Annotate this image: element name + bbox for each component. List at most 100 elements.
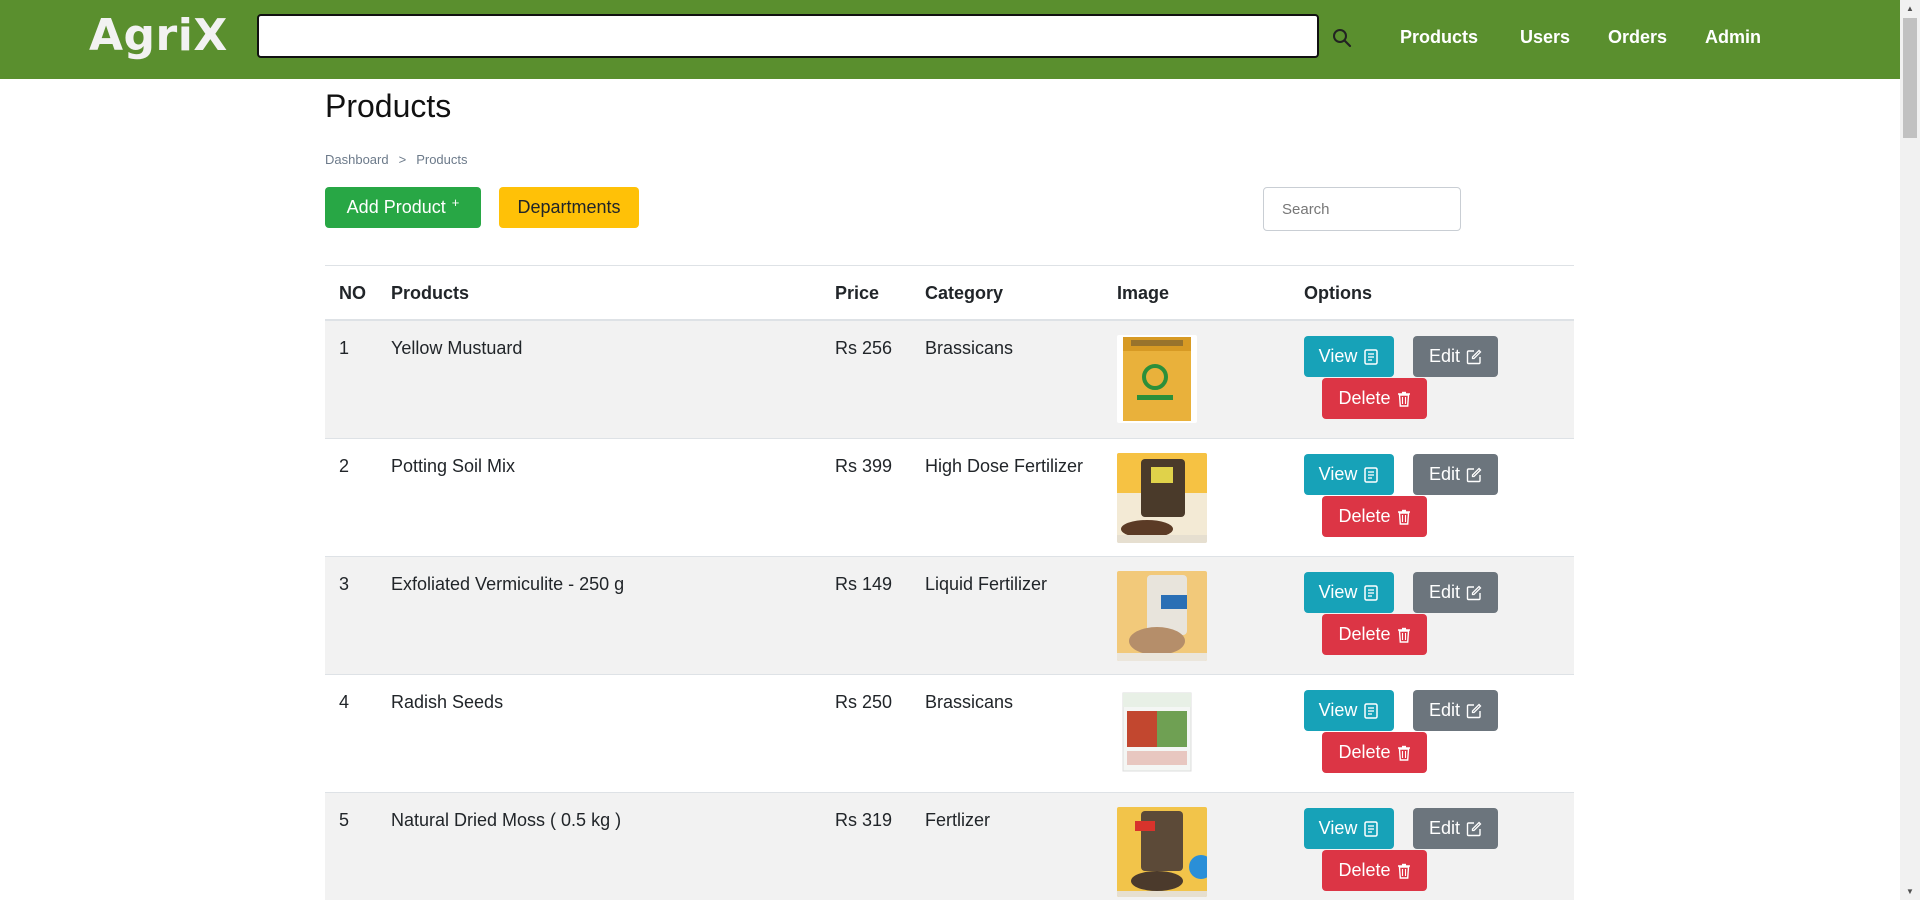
product-name: Natural Dried Moss ( 0.5 kg ) (391, 810, 622, 830)
delete-label: Delete (1338, 860, 1391, 880)
table-row: 2 Potting Soil Mix Rs 399 High Dose Fert… (325, 439, 1574, 557)
nav-link-users[interactable]: Users (1520, 27, 1570, 48)
breadcrumb-separator: > (398, 152, 407, 167)
scroll-down-arrow-icon[interactable]: ▼ (1900, 883, 1920, 900)
document-icon (1363, 584, 1379, 601)
product-name: Yellow Mustuard (391, 338, 523, 358)
table-row: 5 Natural Dried Moss ( 0.5 kg ) Rs 319 F… (325, 793, 1574, 900)
trash-icon (1397, 391, 1411, 407)
delete-button[interactable]: Delete (1322, 378, 1427, 419)
row-number: 3 (339, 574, 350, 594)
edit-label: Edit (1428, 346, 1461, 366)
breadcrumb-current: Products (416, 152, 468, 167)
departments-button[interactable]: Departments (499, 187, 639, 228)
add-product-button[interactable]: Add Product + (325, 187, 481, 228)
table-row: 4 Radish Seeds Rs 250 Brassicans View Ed… (325, 675, 1574, 793)
add-product-label: Add Product (346, 197, 446, 217)
edit-button[interactable]: Edit (1413, 454, 1498, 495)
product-price: Rs 319 (835, 810, 893, 830)
delete-button[interactable]: Delete (1322, 614, 1427, 655)
nav-link-products[interactable]: Products (1400, 27, 1478, 48)
product-name: Radish Seeds (391, 692, 504, 712)
nav-search-input[interactable] (257, 14, 1319, 58)
header-image: Image (1117, 283, 1170, 303)
edit-button[interactable]: Edit (1413, 336, 1498, 377)
product-name: Exfoliated Vermiculite - 250 g (391, 574, 625, 594)
page-title: Products (325, 88, 452, 124)
table-row: 3 Exfoliated Vermiculite - 250 g Rs 149 … (325, 557, 1574, 675)
view-label: View (1318, 464, 1358, 484)
product-price: Rs 250 (835, 692, 893, 712)
breadcrumb-dashboard[interactable]: Dashboard (325, 152, 389, 167)
delete-label: Delete (1338, 742, 1391, 762)
product-category: Fertlizer (925, 810, 991, 830)
brand-logo[interactable]: AgriX (89, 10, 228, 61)
row-number: 4 (339, 692, 350, 712)
delete-button[interactable]: Delete (1322, 732, 1427, 773)
view-button[interactable]: View (1304, 808, 1394, 849)
departments-label: Departments (517, 197, 621, 217)
header-category: Category (925, 283, 1004, 303)
trash-icon (1397, 863, 1411, 879)
trash-icon (1397, 509, 1411, 525)
delete-button[interactable]: Delete (1322, 850, 1427, 891)
view-button[interactable]: View (1304, 690, 1394, 731)
mustard-packet-image (1117, 335, 1197, 423)
delete-label: Delete (1338, 388, 1391, 408)
document-icon (1363, 348, 1379, 365)
edit-label: Edit (1428, 582, 1461, 602)
product-price: Rs 256 (835, 338, 893, 358)
breadcrumb: Dashboard > Products (325, 152, 468, 167)
nav-link-orders[interactable]: Orders (1608, 27, 1667, 48)
top-navbar: AgriX Products Users Orders Admin (0, 0, 1900, 79)
vermiculite-bag-image (1117, 571, 1207, 661)
scroll-up-arrow-icon[interactable]: ▲ (1900, 0, 1920, 17)
edit-button[interactable]: Edit (1413, 808, 1498, 849)
view-button[interactable]: View (1304, 336, 1394, 377)
product-category: Brassicans (925, 692, 1014, 712)
edit-button[interactable]: Edit (1413, 572, 1498, 613)
trash-icon (1397, 627, 1411, 643)
pencil-square-icon (1466, 821, 1482, 837)
product-category: High Dose Fertilizer (925, 456, 1084, 476)
header-price: Price (835, 283, 880, 303)
radish-seed-packet-image (1117, 689, 1197, 777)
view-label: View (1318, 700, 1358, 720)
view-button[interactable]: View (1304, 454, 1394, 495)
nav-link-admin[interactable]: Admin (1705, 27, 1761, 48)
edit-button[interactable]: Edit (1413, 690, 1498, 731)
document-icon (1363, 820, 1379, 837)
delete-label: Delete (1338, 624, 1391, 644)
pencil-square-icon (1466, 467, 1482, 483)
view-label: View (1318, 346, 1358, 366)
table-header: NO Products Price Category Image Options (325, 265, 1574, 321)
edit-label: Edit (1428, 700, 1461, 720)
view-button[interactable]: View (1304, 572, 1394, 613)
search-icon[interactable] (1326, 22, 1358, 54)
header-options: Options (1304, 283, 1372, 303)
view-label: View (1318, 818, 1358, 838)
edit-label: Edit (1428, 818, 1461, 838)
view-label: View (1318, 582, 1358, 602)
product-price: Rs 399 (835, 456, 893, 476)
pencil-square-icon (1466, 703, 1482, 719)
delete-button[interactable]: Delete (1322, 496, 1427, 537)
scrollbar-thumb[interactable] (1903, 18, 1917, 138)
product-category: Liquid Fertilizer (925, 574, 1048, 594)
product-category: Brassicans (925, 338, 1014, 358)
table-row: 1 Yellow Mustuard Rs 256 Brassicans View… (325, 321, 1574, 439)
products-table: NO Products Price Category Image Options… (325, 265, 1574, 900)
product-search-input[interactable] (1263, 187, 1461, 231)
document-icon (1363, 466, 1379, 483)
document-icon (1363, 702, 1379, 719)
delete-label: Delete (1338, 506, 1391, 526)
page-scrollbar[interactable]: ▲ ▼ (1900, 0, 1920, 900)
pencil-square-icon (1466, 349, 1482, 365)
pencil-square-icon (1466, 585, 1482, 601)
plus-icon: + (451, 195, 460, 210)
header-no: NO (339, 283, 366, 303)
moss-bag-image (1117, 807, 1207, 897)
trash-icon (1397, 745, 1411, 761)
product-name: Potting Soil Mix (391, 456, 516, 476)
row-number: 2 (339, 456, 350, 476)
